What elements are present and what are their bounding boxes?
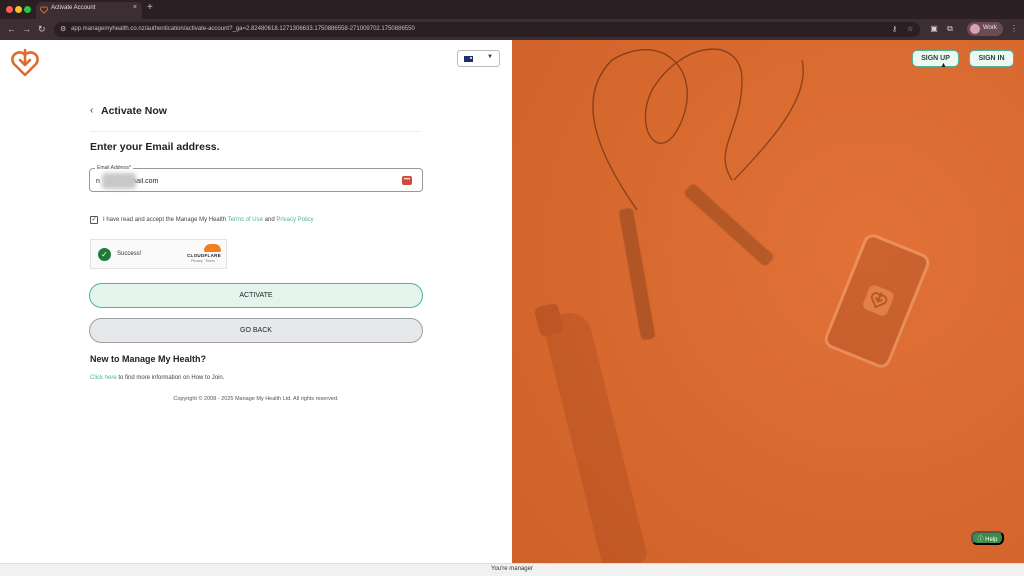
tab-title: Activate Account [51,5,96,11]
window-close-button[interactable] [6,6,13,13]
hero-panel: SIGN UP SIGN IN ▲ ⓘ Help [512,40,1024,563]
email-input[interactable] [96,175,396,187]
heart-icon [40,6,48,14]
email-field[interactable]: Email Address* ••• [89,165,423,192]
browser-tab-bar: Activate Account × + [0,0,1024,19]
new-tab-icon[interactable]: + [147,2,153,14]
cloudflare-brand: CLOUDFLARE [187,253,221,258]
status-bar: You're manager [0,563,1024,576]
chevron-left-icon[interactable]: ‹ [90,105,93,116]
form-heading: Enter your Email address. [90,141,220,153]
caret-down-icon: ▼ [487,54,493,60]
terms-checkbox[interactable]: ✓ [90,216,98,224]
tab-close-icon[interactable]: × [133,4,137,11]
terms-prefix: I have read and accept the Manage My Hea… [103,217,228,223]
join-info: Click here to find more information on H… [90,375,224,381]
password-manager-icon[interactable]: ••• [402,176,412,185]
help-label: Help [985,537,998,543]
captcha-privacy-terms[interactable]: Privacy · Terms [191,259,215,263]
page-title: Activate Now [101,105,167,117]
success-check-icon: ✓ [98,248,111,261]
terms-of-use-link[interactable]: Terms of Use [228,217,263,223]
mouse-cursor-icon: ▲ [940,62,947,69]
cloudflare-captcha[interactable]: ✓ Success! CLOUDFLARE Privacy · Terms [90,239,227,269]
window-maximize-button[interactable] [24,6,31,13]
browser-tab[interactable]: Activate Account × [36,2,142,19]
cloudflare-cloud-icon [204,244,221,252]
reload-icon[interactable]: ↻ [38,23,46,35]
click-here-link[interactable]: Click here [90,375,117,381]
browser-menu-icon[interactable]: ⋮ [1010,23,1018,35]
email-label: Email Address* [95,165,133,171]
activate-button[interactable]: ACTIVATE [89,283,423,308]
sign-in-button[interactable]: SIGN IN [969,50,1014,67]
address-bar[interactable]: ⚙ app.managemyhealth.co.nz/authenticatio… [54,22,920,37]
back-arrow-icon[interactable]: ← [7,23,16,35]
form-panel: ▼ ‹ Activate Now Enter your Email addres… [0,40,512,563]
profile-button[interactable]: Work [967,22,1003,36]
captcha-status: Success! [117,251,142,257]
join-info-text: to find more information on How to Join. [116,375,225,381]
hero-overlay [512,40,1024,563]
terms-and: and [262,217,277,223]
manage-my-health-logo[interactable] [10,48,40,78]
forward-arrow-icon[interactable]: → [22,23,31,35]
extension-icon[interactable]: ▣ [929,24,939,34]
status-text: You're manager [491,566,533,572]
copyright: Copyright © 2008 - 2025 Manage My Health… [173,396,339,402]
browser-toolbar: ← → ↻ ⚙ app.managemyhealth.co.nz/authent… [0,19,1024,40]
new-user-heading: New to Manage My Health? [90,354,207,364]
url-text[interactable]: app.managemyhealth.co.nz/authentication/… [71,25,415,34]
language-select[interactable]: ▼ [457,50,500,67]
help-circle-icon: ⓘ [977,537,986,543]
help-button[interactable]: ⓘ Help [971,531,1004,545]
redacted-email-blur [102,173,136,189]
profile-label: Work [983,25,997,31]
sign-up-button[interactable]: SIGN UP [912,50,959,67]
divider [90,131,420,132]
extensions-puzzle-icon[interactable]: ⧉ [945,24,955,34]
avatar [970,24,980,34]
go-back-button[interactable]: GO BACK [89,318,423,343]
bookmark-star-icon[interactable]: ☆ [907,25,913,34]
window-minimize-button[interactable] [15,6,22,13]
password-key-icon[interactable]: ⚷ [892,25,897,34]
terms-text: I have read and accept the Manage My Hea… [103,216,314,224]
nz-flag-icon [464,56,473,62]
privacy-policy-link[interactable]: Privacy Policy [276,217,313,223]
site-info-icon[interactable]: ⚙ [60,25,66,34]
